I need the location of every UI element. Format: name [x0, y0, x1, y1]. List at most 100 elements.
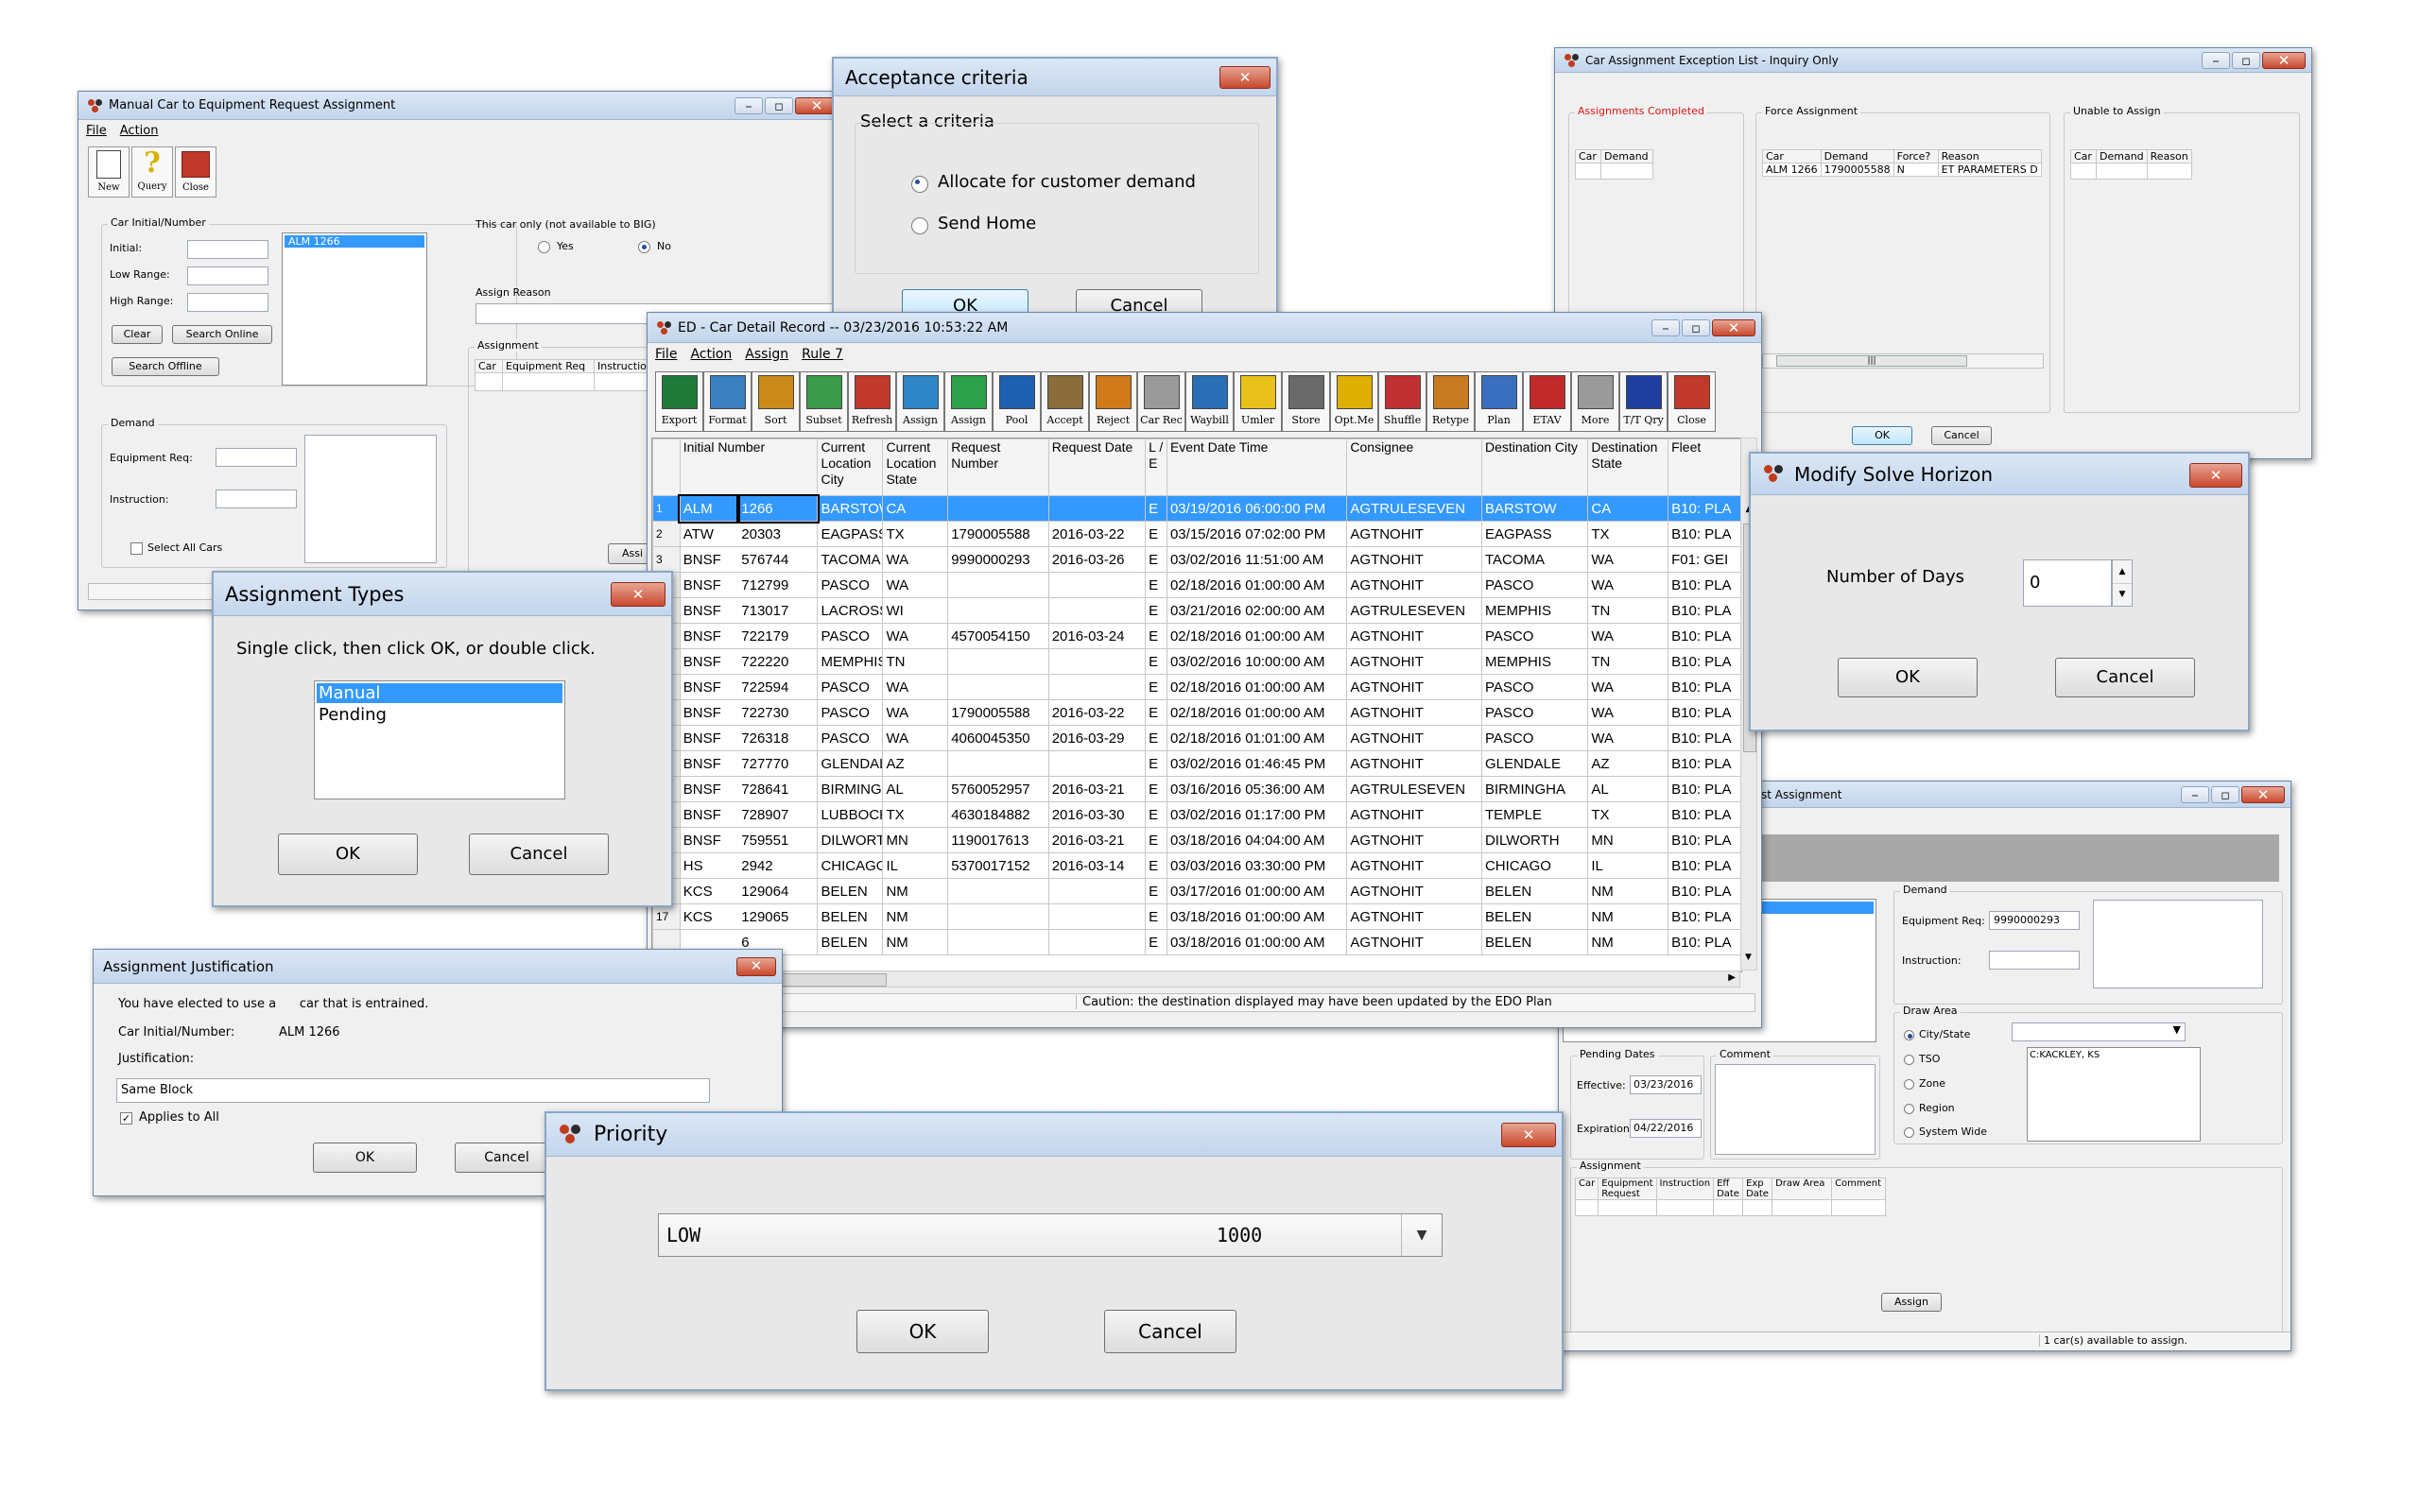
table-row[interactable]: BNSF 722594 PASCO WA E 02/18/2016 01:00:00 AM…	[652, 674, 1741, 700]
table-row[interactable]: BNSF728641BIRMINGHAAL57600529572016-03-2…	[652, 776, 1741, 802]
table-row[interactable]: KCS 129064 BELEN NM E 03/17/2016 01:00:00 AM A…	[652, 878, 1741, 904]
table-row[interactable]: ALM 1266 1790005588 N ET PARAMETERS D	[1762, 163, 2042, 177]
high-range-input[interactable]	[187, 293, 268, 312]
car-list[interactable]: ALM 1266	[282, 232, 427, 386]
demand-comment-box[interactable]	[2093, 900, 2263, 988]
scroll-down-arrow[interactable]: ▼	[1745, 953, 1752, 962]
close-button[interactable]: ✕	[736, 957, 776, 976]
tool-accept-8[interactable]: Accept	[1041, 371, 1089, 432]
close-button[interactable]: ✕	[2241, 786, 2285, 803]
applies-to-all-checkbox[interactable]: ✓	[120, 1112, 132, 1125]
minimize-button[interactable]: –	[735, 97, 763, 114]
ok-button[interactable]: OK	[313, 1143, 417, 1173]
close-button[interactable]: ✕	[1712, 319, 1755, 336]
table-row[interactable]: 2 ATW 20303 EAGPASS TX 1790005588 2016-03-22 E 0…	[652, 521, 1741, 547]
priority-combobox[interactable]: LOW 1000 ▼	[658, 1213, 1443, 1257]
tool-query[interactable]: ? Query	[131, 146, 173, 198]
clear-button[interactable]: Clear	[112, 325, 163, 344]
table-row[interactable]	[2070, 163, 2192, 180]
cancel-button[interactable]: Cancel	[2055, 658, 2195, 697]
close-button[interactable]: ✕	[611, 582, 666, 607]
column-header[interactable]: Destination State	[1587, 438, 1669, 496]
draw-region-radio[interactable]	[1904, 1104, 1914, 1114]
horizontal-scrollbar[interactable]: ||| ▶	[651, 971, 1740, 988]
tool-close[interactable]: Close	[175, 146, 216, 198]
search-online-button[interactable]: Search Online	[172, 325, 272, 344]
column-header[interactable]: Event Date Time	[1166, 438, 1348, 496]
list-item[interactable]: ALM 1266	[285, 235, 424, 248]
close-button[interactable]: ✕	[1501, 1123, 1556, 1147]
tool-refresh-4[interactable]: Refresh	[848, 371, 896, 432]
select-all-checkbox[interactable]	[130, 542, 143, 555]
tool-pool-7[interactable]: Pool	[993, 371, 1041, 432]
instruction-input[interactable]	[216, 490, 297, 508]
spin-down-icon[interactable]: ▼	[2113, 584, 2132, 605]
list-item-manual[interactable]: Manual	[317, 683, 562, 703]
allocate-radio[interactable]	[911, 176, 928, 193]
cancel-button[interactable]: Cancel	[1931, 426, 1992, 445]
table-row[interactable]: BNSF 728907 LUBBOCK TX 4630184882 2016-03-30 E…	[652, 801, 1741, 828]
tool-close-21[interactable]: Close	[1668, 371, 1716, 432]
list-item[interactable]: C:KACKLEY, KS	[2028, 1050, 2200, 1060]
tool-t-t-qry-20[interactable]: T/T Qry	[1619, 371, 1668, 432]
table-row[interactable]: BNSF 722220 MEMPHIS TN E 03/02/2016 10:00:00 …	[652, 648, 1741, 675]
ok-button[interactable]: OK	[278, 833, 418, 875]
table-row[interactable]: HS 2942 CHICAGO IL 5370017152 2016-03-14 E 03/0…	[652, 852, 1741, 879]
tool-waybill-11[interactable]: Waybill	[1185, 371, 1234, 432]
spin-up-icon[interactable]: ▲	[2113, 560, 2132, 584]
tool-store-13[interactable]: Store	[1282, 371, 1330, 432]
instruction-input[interactable]	[1989, 951, 2080, 970]
table-row[interactable]	[1575, 163, 1653, 180]
table-row[interactable]	[1574, 1199, 1887, 1216]
menu-rule-7[interactable]: Rule 7	[802, 347, 843, 362]
assign-button[interactable]: Assign	[1881, 1293, 1942, 1312]
days-spinner[interactable]: ▲ ▼	[2112, 559, 2133, 607]
send-home-radio[interactable]	[911, 217, 928, 234]
horizontal-scrollbar[interactable]: |||	[1762, 353, 2044, 369]
tool-etav-18[interactable]: ETAV	[1523, 371, 1571, 432]
maximize-button[interactable]: ▫	[1682, 319, 1710, 336]
maximize-button[interactable]: ▫	[765, 97, 793, 114]
yes-radio[interactable]	[538, 241, 550, 253]
table-row[interactable]: 6 BELEN NM E 03/18/2016 01:00:00 AM AGTNOHIT B…	[652, 929, 1741, 955]
close-button[interactable]: ✕	[1219, 66, 1270, 89]
column-header[interactable]: Fleet	[1668, 438, 1741, 496]
search-offline-button[interactable]: Search Offline	[112, 357, 219, 376]
tool-format-1[interactable]: Format	[703, 371, 752, 432]
column-header[interactable]: Current Location City	[817, 438, 884, 496]
scroll-thumb[interactable]: |||	[766, 973, 887, 987]
column-header[interactable]: Request Date	[1047, 438, 1147, 496]
justification-input[interactable]: Same Block	[116, 1078, 710, 1103]
equipment-req-input[interactable]: 9990000293	[1989, 911, 2080, 930]
chevron-down-icon[interactable]: ▼	[1401, 1214, 1442, 1256]
tool-new[interactable]: New	[88, 146, 130, 198]
comment-box[interactable]	[1715, 1064, 1876, 1155]
menu-action[interactable]: Action	[120, 124, 159, 138]
ok-button[interactable]: OK	[1852, 426, 1912, 445]
column-header[interactable]: Destination City	[1480, 438, 1589, 496]
tool-export-0[interactable]: Export	[655, 371, 703, 432]
no-radio[interactable]	[638, 241, 650, 253]
initial-input[interactable]	[187, 240, 268, 259]
draw-area-list[interactable]: C:KACKLEY, KS	[2027, 1047, 2201, 1142]
table-row[interactable]: 17 KCS 129065 BELEN NM E 03/18/2016 01:00:00 A…	[652, 903, 1741, 930]
tool-car-rec-10[interactable]: Car Rec	[1137, 371, 1185, 432]
cancel-button[interactable]: Cancel	[455, 1143, 559, 1173]
column-header[interactable]: Initial Number	[679, 438, 819, 496]
scroll-thumb[interactable]: |||	[1776, 355, 1967, 367]
table-row[interactable]: 3 BNSF 576744 TACOMA WA 9990000293 2016-03-26 E…	[652, 546, 1741, 573]
tool-assign-5[interactable]: Assign	[896, 371, 944, 432]
tool-assign-6[interactable]: Assign	[944, 371, 993, 432]
menu-assign[interactable]: Assign	[745, 347, 788, 362]
column-header[interactable]: Current Location State	[882, 438, 949, 496]
expiration-date-input[interactable]: 04/22/2016	[1630, 1119, 1702, 1138]
tool-sort-2[interactable]: Sort	[752, 371, 800, 432]
draw-system-wide-radio[interactable]	[1904, 1127, 1914, 1138]
table-row[interactable]: BNSF 722179 PASCO WA 4570054150 2016-03-24 E 02…	[652, 623, 1741, 649]
column-header[interactable]: L / E	[1145, 438, 1167, 496]
table-row[interactable]: BNSF713017LACROSSEWI E03/21/2016 02:00:00…	[652, 597, 1741, 624]
table-row[interactable]: BNSF759551DILWORTHMN11900176132016-03-21…	[652, 827, 1741, 853]
maximize-button[interactable]: ▫	[2232, 52, 2260, 69]
close-button[interactable]: ✕	[2262, 52, 2306, 69]
tool-reject-9[interactable]: Reject	[1089, 371, 1137, 432]
